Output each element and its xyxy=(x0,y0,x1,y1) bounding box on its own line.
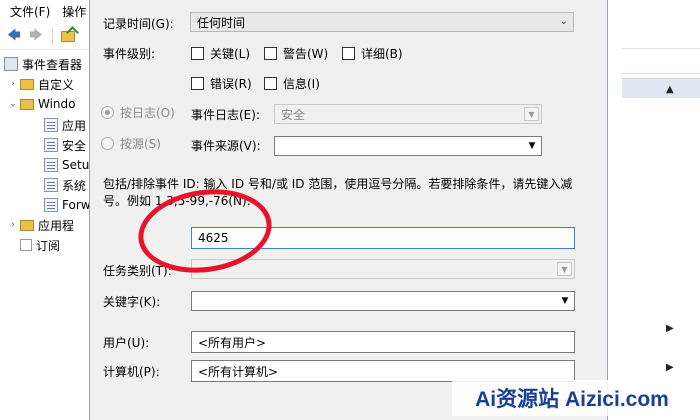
folder-icon xyxy=(20,78,34,90)
event-sources-label: 事件来源(V): xyxy=(191,139,261,153)
checkbox-warning[interactable]: 警告(W) xyxy=(264,45,328,62)
user-input[interactable]: <所有用户> xyxy=(191,331,575,353)
menu-action[interactable]: 操作 xyxy=(62,3,86,20)
back-arrow-icon[interactable]: 🡄 xyxy=(6,28,22,45)
event-logs-combobox[interactable]: 安全 ▼ xyxy=(274,104,542,124)
logged-label: 记录时间(G): xyxy=(103,17,174,31)
site-watermark: Ai资源站 Aizici.com xyxy=(452,380,692,416)
tree-item-application[interactable]: 应用 xyxy=(42,115,86,135)
computer-label: 计算机(P): xyxy=(103,365,160,379)
chevron-down-icon: ▼ xyxy=(561,296,569,306)
event-level-label: 事件级别: xyxy=(103,47,156,61)
chevron-down-icon: ▼ xyxy=(524,107,539,121)
radio-dot[interactable] xyxy=(101,106,114,119)
divider xyxy=(622,73,700,74)
log-icon xyxy=(44,198,58,212)
toolbar-separator xyxy=(52,28,53,45)
console-tree: 事件查看器 › 自定义 ⌄ Windo 应用 安全 Setu 系统 Forw ›… xyxy=(0,52,91,420)
tree-item-custom-views[interactable]: › 自定义 xyxy=(8,74,74,94)
user-label: 用户(U): xyxy=(103,336,150,350)
tree-item-windows-logs[interactable]: ⌄ Windo xyxy=(8,94,75,114)
submenu-arrow-icon[interactable]: ▶ xyxy=(666,362,674,373)
keywords-combobox[interactable]: ▼ xyxy=(191,291,575,311)
folder-icon xyxy=(20,98,34,110)
radio-by-log[interactable]: 按日志(O) xyxy=(101,104,175,121)
log-icon xyxy=(44,118,58,132)
checkbox-box[interactable] xyxy=(264,77,277,90)
collapse-triangle-icon[interactable]: ▲ xyxy=(666,84,674,95)
submenu-arrow-icon[interactable]: ▶ xyxy=(666,323,674,334)
log-icon xyxy=(44,158,58,172)
checkbox-box[interactable] xyxy=(191,77,204,90)
actions-header xyxy=(622,78,700,98)
tree-item-security[interactable]: 安全 xyxy=(42,135,86,155)
checkbox-critical[interactable]: 关键(L) xyxy=(191,45,250,62)
event-sources-combobox[interactable]: ▼ xyxy=(274,136,542,156)
chevron-down-icon: ▼ xyxy=(557,262,572,276)
logged-combobox[interactable]: 任何时间 ⌄ xyxy=(190,12,574,32)
event-logs-label: 事件日志(E): xyxy=(191,108,260,122)
tree-item-apps-services[interactable]: › 应用程 xyxy=(8,215,74,235)
tree-item-system[interactable]: 系统 xyxy=(42,175,86,195)
subscription-icon xyxy=(20,239,32,251)
folder-up-icon[interactable] xyxy=(61,31,75,42)
tree-item-setup[interactable]: Setu xyxy=(42,155,89,175)
checkbox-box[interactable] xyxy=(264,47,277,60)
checkbox-information[interactable]: 信息(I) xyxy=(264,75,320,92)
tree-item-subscriptions[interactable]: 订阅 xyxy=(18,235,60,255)
expand-chevron-icon[interactable]: › xyxy=(8,220,18,230)
divider xyxy=(622,48,700,49)
forward-arrow-icon[interactable]: 🡆 xyxy=(28,28,44,45)
chevron-down-icon: ⌄ xyxy=(559,16,568,27)
keywords-label: 关键字(K): xyxy=(103,295,161,309)
user-value: <所有用户> xyxy=(198,335,267,350)
event-logs-value: 安全 xyxy=(281,107,306,122)
computer-input[interactable]: <所有计算机> xyxy=(191,360,575,382)
radio-by-source[interactable]: 按源(S) xyxy=(101,135,161,152)
checkbox-box[interactable] xyxy=(191,47,204,60)
tree-item-forwarded[interactable]: Forw xyxy=(42,195,91,215)
logged-value: 任何时间 xyxy=(197,15,246,30)
tree-item-event-viewer[interactable]: 事件查看器 xyxy=(2,54,82,74)
task-category-combobox[interactable]: ▼ xyxy=(191,259,575,279)
radio-dot[interactable] xyxy=(101,137,114,150)
folder-icon xyxy=(20,219,34,231)
checkbox-verbose[interactable]: 详细(B) xyxy=(342,45,403,62)
expand-chevron-icon[interactable]: › xyxy=(8,79,18,89)
actions-pane xyxy=(608,0,700,420)
menu-bar: 文件(F) 操作 xyxy=(0,0,90,22)
computer-value: <所有计算机> xyxy=(198,364,279,379)
menu-file[interactable]: 文件(F) xyxy=(10,3,50,20)
log-icon xyxy=(44,178,58,192)
log-icon xyxy=(44,138,58,152)
chevron-down-icon: ▼ xyxy=(528,141,536,151)
toolbar: 🡄 🡆 xyxy=(0,24,90,50)
checkbox-box[interactable] xyxy=(342,47,355,60)
event-viewer-icon xyxy=(4,57,18,71)
collapse-chevron-icon[interactable]: ⌄ xyxy=(8,99,18,109)
checkbox-error[interactable]: 错误(R) xyxy=(191,75,252,92)
